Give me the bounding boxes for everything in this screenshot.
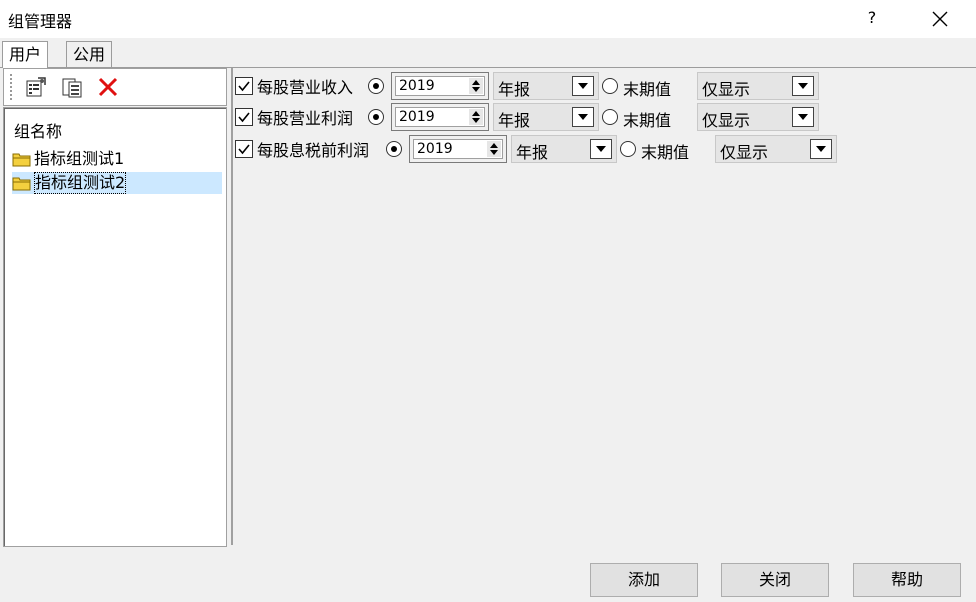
dropdown-button[interactable]: [572, 107, 594, 127]
year-value: 2019: [399, 78, 435, 94]
period-select[interactable]: 年报: [493, 103, 599, 131]
final-value-label: 末期值: [623, 80, 672, 99]
dropdown-button[interactable]: [792, 76, 814, 96]
display-value: 仅显示: [720, 143, 769, 162]
year-input[interactable]: 2019: [395, 107, 485, 127]
period-value: 年报: [498, 111, 531, 130]
chevron-down-icon: [798, 114, 808, 120]
indicator-checkbox[interactable]: [235, 140, 253, 158]
chevron-down-icon: [578, 83, 588, 89]
display-value: 仅显示: [702, 111, 751, 130]
year-spinner[interactable]: 2019: [391, 72, 489, 100]
group-item-label: 指标组测试2: [34, 172, 127, 194]
checkmark-icon: [238, 81, 250, 92]
indicator-row: 每股营业利润 2019 年报 末期值 仅显示: [233, 101, 833, 131]
chevron-down-icon: [596, 146, 606, 152]
spin-buttons[interactable]: [487, 141, 501, 157]
final-value-label: 末期值: [623, 111, 672, 130]
dropdown-button[interactable]: [590, 139, 612, 159]
delete-icon: [98, 77, 118, 97]
dropdown-button[interactable]: [572, 76, 594, 96]
display-select[interactable]: 仅显示: [697, 72, 819, 100]
indicator-checkbox[interactable]: [235, 77, 253, 95]
group-item-selected[interactable]: 指标组测试2: [12, 172, 222, 194]
folder-icon: [12, 177, 31, 191]
tab-public-label: 公用: [73, 45, 106, 64]
period-value: 年报: [516, 143, 549, 162]
indicator-label: 每股营业收入: [257, 78, 354, 97]
spin-buttons[interactable]: [469, 109, 483, 125]
tab-public[interactable]: 公用: [66, 41, 113, 68]
final-value-label: 末期值: [641, 143, 690, 162]
indicator-label: 每股营业利润: [257, 109, 354, 128]
group-name-header: 组名称: [14, 122, 63, 141]
close-window-button[interactable]: [924, 4, 956, 34]
year-value: 2019: [399, 109, 435, 125]
spin-arrows-icon: [490, 143, 498, 155]
copy-group-button[interactable]: [60, 75, 84, 99]
group-list-panel: 组名称 指标组测试1 指标组测试2: [3, 107, 227, 547]
year-spinner[interactable]: 2019: [391, 103, 489, 131]
year-input[interactable]: 2019: [395, 76, 485, 96]
indicator-checkbox[interactable]: [235, 108, 253, 126]
final-value-radio[interactable]: [602, 78, 618, 94]
period-select[interactable]: 年报: [493, 72, 599, 100]
group-item-label: 指标组测试1: [34, 149, 125, 168]
tab-user-label: 用户: [9, 45, 42, 64]
window-title: 组管理器: [8, 12, 73, 31]
display-select[interactable]: 仅显示: [715, 135, 837, 163]
close-button[interactable]: 关闭: [721, 563, 829, 597]
chevron-down-icon: [578, 114, 588, 120]
year-radio[interactable]: [368, 78, 384, 94]
year-value: 2019: [417, 141, 453, 157]
properties-icon: [26, 77, 46, 97]
final-value-radio[interactable]: [602, 109, 618, 125]
indicator-label: 每股息税前利润: [257, 141, 370, 160]
toolbar-grip[interactable]: [10, 74, 14, 100]
spin-buttons[interactable]: [469, 78, 483, 94]
group-item[interactable]: 指标组测试1: [12, 148, 222, 170]
display-value: 仅显示: [702, 80, 751, 99]
year-spinner[interactable]: 2019: [409, 135, 507, 163]
chevron-down-icon: [816, 146, 826, 152]
help-button[interactable]: 帮助: [853, 563, 961, 597]
final-value-radio[interactable]: [620, 141, 636, 157]
copy-icon: [62, 78, 82, 98]
spin-arrows-icon: [472, 80, 480, 92]
help-title-button[interactable]: ?: [862, 8, 882, 27]
spin-arrows-icon: [472, 111, 480, 123]
chevron-down-icon: [798, 83, 808, 89]
dropdown-button[interactable]: [792, 107, 814, 127]
indicator-row: 每股息税前利润 2019 年报 末期值 仅显示: [233, 133, 853, 163]
indicator-rows: 每股营业收入 2019 年报 末期值 仅显示 每股营业利润 2019 年报 末期…: [233, 70, 973, 545]
group-toolbar: [3, 68, 227, 106]
period-value: 年报: [498, 80, 531, 99]
year-radio[interactable]: [386, 141, 402, 157]
tab-user[interactable]: 用户: [2, 41, 49, 68]
dropdown-button[interactable]: [810, 139, 832, 159]
period-select[interactable]: 年报: [511, 135, 617, 163]
add-button[interactable]: 添加: [590, 563, 698, 597]
folder-icon: [12, 153, 31, 167]
checkmark-icon: [238, 112, 250, 123]
checkmark-icon: [238, 144, 250, 155]
delete-group-button[interactable]: [96, 75, 120, 99]
year-radio[interactable]: [368, 109, 384, 125]
year-input[interactable]: 2019: [413, 139, 503, 159]
indicator-row: 每股营业收入 2019 年报 末期值 仅显示: [233, 70, 833, 100]
tab-strip: 用户 公用: [0, 38, 976, 68]
display-select[interactable]: 仅显示: [697, 103, 819, 131]
title-bar: 组管理器 ?: [0, 0, 976, 38]
edit-group-button[interactable]: [24, 75, 48, 99]
close-icon: [932, 11, 948, 27]
